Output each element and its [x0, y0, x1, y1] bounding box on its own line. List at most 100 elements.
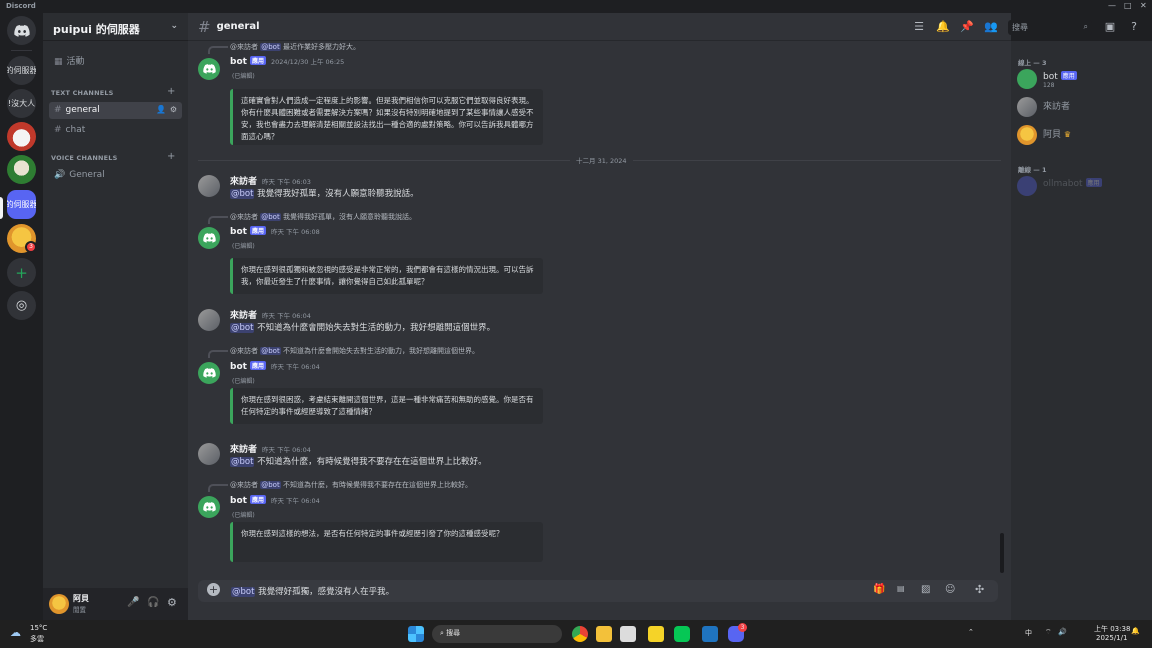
- scrollbar-thumb[interactable]: [1000, 533, 1004, 573]
- bot-avatar[interactable]: [198, 362, 220, 384]
- bot-avatar[interactable]: [198, 496, 220, 518]
- taskbar-search[interactable]: ⌕ 搜尋: [432, 625, 562, 643]
- guild-item[interactable]: !沒大人: [7, 89, 36, 118]
- edited-label: (已編輯): [232, 243, 255, 250]
- discord-logo-icon: [202, 233, 216, 243]
- apps-icon[interactable]: ✣: [975, 583, 984, 596]
- message-author[interactable]: bot 應用 昨天 下午 06:04: [230, 495, 320, 506]
- active-guild-indicator: [0, 197, 3, 219]
- member-item[interactable]: 阿貝 ♛: [1017, 124, 1147, 148]
- invite-member-icon[interactable]: 👤: [156, 105, 166, 114]
- reply-preview[interactable]: @來訪者 @bot 我覺得我好孤單，沒有人願意聆聽我說話。: [208, 212, 416, 224]
- message-author[interactable]: 來訪者 昨天 下午 06:04: [230, 308, 311, 321]
- guild-item[interactable]: 的伺服器: [7, 56, 36, 85]
- add-channel-icon[interactable]: +: [167, 86, 175, 97]
- file-explorer-icon[interactable]: [596, 626, 612, 642]
- weather-text: 多雲: [30, 635, 44, 643]
- windows-start-icon[interactable]: [408, 626, 424, 642]
- user-settings-gear-icon[interactable]: ⚙: [167, 596, 177, 609]
- add-server-icon[interactable]: +: [7, 258, 36, 287]
- member-list: 線上 — 3 bot 應用 128 來訪者 阿貝 ♛ 離線 — 1 ollmabo…: [1011, 41, 1152, 620]
- inbox-icon[interactable]: ▣: [1103, 20, 1117, 34]
- hashtag-icon: #: [198, 17, 211, 36]
- message-input[interactable]: + @bot 我覺得好孤獨，感覺沒有人在乎我。 🎁 ▤ ▨ ☺ ✣: [198, 580, 998, 602]
- guild-item-selected[interactable]: 的伺服器: [7, 190, 36, 219]
- gif-icon[interactable]: ▤: [897, 584, 905, 593]
- direct-messages-button[interactable]: [7, 16, 36, 45]
- category-voice-channels[interactable]: VOICE CHANNELS: [51, 154, 118, 162]
- server-header[interactable]: puipui 的伺服器 ⌄: [43, 13, 188, 41]
- member-item[interactable]: 來訪者: [1017, 96, 1147, 120]
- wifi-icon[interactable]: ⌔: [1045, 628, 1052, 637]
- bot-avatar[interactable]: [198, 58, 220, 80]
- member-list-icon[interactable]: 👥: [984, 20, 998, 34]
- line-icon[interactable]: [674, 626, 690, 642]
- chevron-up-icon[interactable]: ⌃: [968, 628, 974, 636]
- message-content: @bot 不知道為什麼會開始失去對生活的動力，我好想離開這個世界。: [230, 323, 496, 333]
- gift-icon[interactable]: 🎁: [873, 584, 885, 595]
- emoji-icon[interactable]: ☺: [945, 584, 955, 595]
- member-item[interactable]: bot 應用 128: [1017, 68, 1147, 92]
- bot-avatar[interactable]: [198, 227, 220, 249]
- message-author[interactable]: bot 應用 昨天 下午 06:04: [230, 361, 320, 372]
- discord-notification-badge: 3: [738, 623, 747, 632]
- clock-date[interactable]: 2025/1/1: [1096, 634, 1127, 642]
- threads-icon[interactable]: ☰: [912, 20, 926, 34]
- message-author[interactable]: bot 應用 2024/12/30 上午 06:25: [230, 56, 344, 67]
- search-icon: ⌕: [440, 629, 444, 637]
- ime-indicator[interactable]: 中: [1025, 628, 1032, 638]
- reply-preview[interactable]: @來訪者 @bot 不知道為什麼會開始失去對生活的動力，我好想離開這個世界。: [208, 346, 479, 358]
- add-channel-icon[interactable]: +: [167, 151, 175, 162]
- app-title: Discord: [6, 2, 36, 10]
- hashtag-icon: #: [54, 105, 62, 115]
- user-status: 閒置: [73, 606, 86, 614]
- discover-compass-icon[interactable]: ◎: [7, 291, 36, 320]
- volume-icon[interactable]: 🔊: [1058, 628, 1067, 636]
- visitor-avatar[interactable]: [198, 309, 220, 331]
- guild-avatar[interactable]: [7, 155, 36, 184]
- sticky-notes-icon[interactable]: [648, 626, 664, 642]
- settings-gear-icon[interactable]: ⚙: [170, 105, 177, 114]
- crown-icon: ♛: [1063, 130, 1072, 139]
- member-item-offline[interactable]: ollmabot 應用: [1017, 175, 1147, 199]
- window-titlebar: Discord — □ ✕: [0, 0, 1152, 13]
- weather-cloud-icon[interactable]: ☁: [10, 626, 21, 639]
- visitor-avatar[interactable]: [198, 175, 220, 197]
- clock-time[interactable]: 上午 03:38: [1094, 624, 1130, 634]
- maximize-icon[interactable]: □: [1124, 1, 1132, 10]
- visitor-avatar[interactable]: [198, 443, 220, 465]
- muted-mic-icon[interactable]: 🎤: [127, 597, 139, 608]
- windows-taskbar: ☁ 15°C 多雲 ⌕ 搜尋 3 ⌃ 中 ⌔ 🔊 上午 03:38 2025/1…: [0, 620, 1152, 648]
- help-icon[interactable]: ?: [1127, 20, 1141, 34]
- category-text-channels[interactable]: TEXT CHANNELS: [51, 89, 114, 97]
- channel-chat[interactable]: # chat: [49, 122, 182, 139]
- reply-preview[interactable]: @來訪者 @bot 不知道為什麼，有時候覺得我不要存在在這個世界上比較好。: [208, 480, 472, 492]
- sticker-icon[interactable]: ▨: [921, 584, 930, 595]
- snipping-tool-icon[interactable]: [620, 626, 636, 642]
- headphones-icon[interactable]: 🎧: [147, 597, 159, 608]
- guild-avatar[interactable]: [7, 122, 36, 151]
- channel-header: # general: [188, 13, 1011, 41]
- notification-bell-icon[interactable]: 🔔: [1131, 627, 1140, 635]
- avatar: [1017, 176, 1037, 196]
- vscode-icon[interactable]: [702, 626, 718, 642]
- close-icon[interactable]: ✕: [1140, 1, 1147, 10]
- voice-channel-general[interactable]: 🔊 General: [49, 167, 182, 184]
- message-author[interactable]: 來訪者 昨天 下午 06:04: [230, 442, 311, 455]
- chrome-icon[interactable]: [572, 626, 588, 642]
- search-input[interactable]: 搜尋 ⌕: [1008, 20, 1092, 35]
- channel-general[interactable]: # general ⚙ 👤: [49, 102, 182, 119]
- offline-members-header: 離線 — 1: [1018, 166, 1047, 174]
- events-item[interactable]: ▦ 活動: [49, 51, 182, 68]
- discord-logo-icon: [13, 24, 30, 37]
- notification-bell-icon[interactable]: 🔔: [936, 20, 950, 34]
- minimize-icon[interactable]: —: [1108, 1, 1116, 10]
- add-attachment-icon[interactable]: +: [207, 583, 220, 596]
- avatar: [1017, 97, 1037, 117]
- message-author[interactable]: 來訪者 昨天 下午 06:03: [230, 174, 311, 187]
- pin-icon[interactable]: 📌: [960, 20, 974, 34]
- reply-preview[interactable]: @來訪者 @bot 最近作業好多壓力好大。: [208, 42, 360, 54]
- avatar[interactable]: [49, 594, 69, 614]
- message-content: @bot 我覺得我好孤單，沒有人願意聆聽我說話。: [230, 189, 419, 199]
- message-author[interactable]: bot 應用 昨天 下午 06:08: [230, 226, 320, 237]
